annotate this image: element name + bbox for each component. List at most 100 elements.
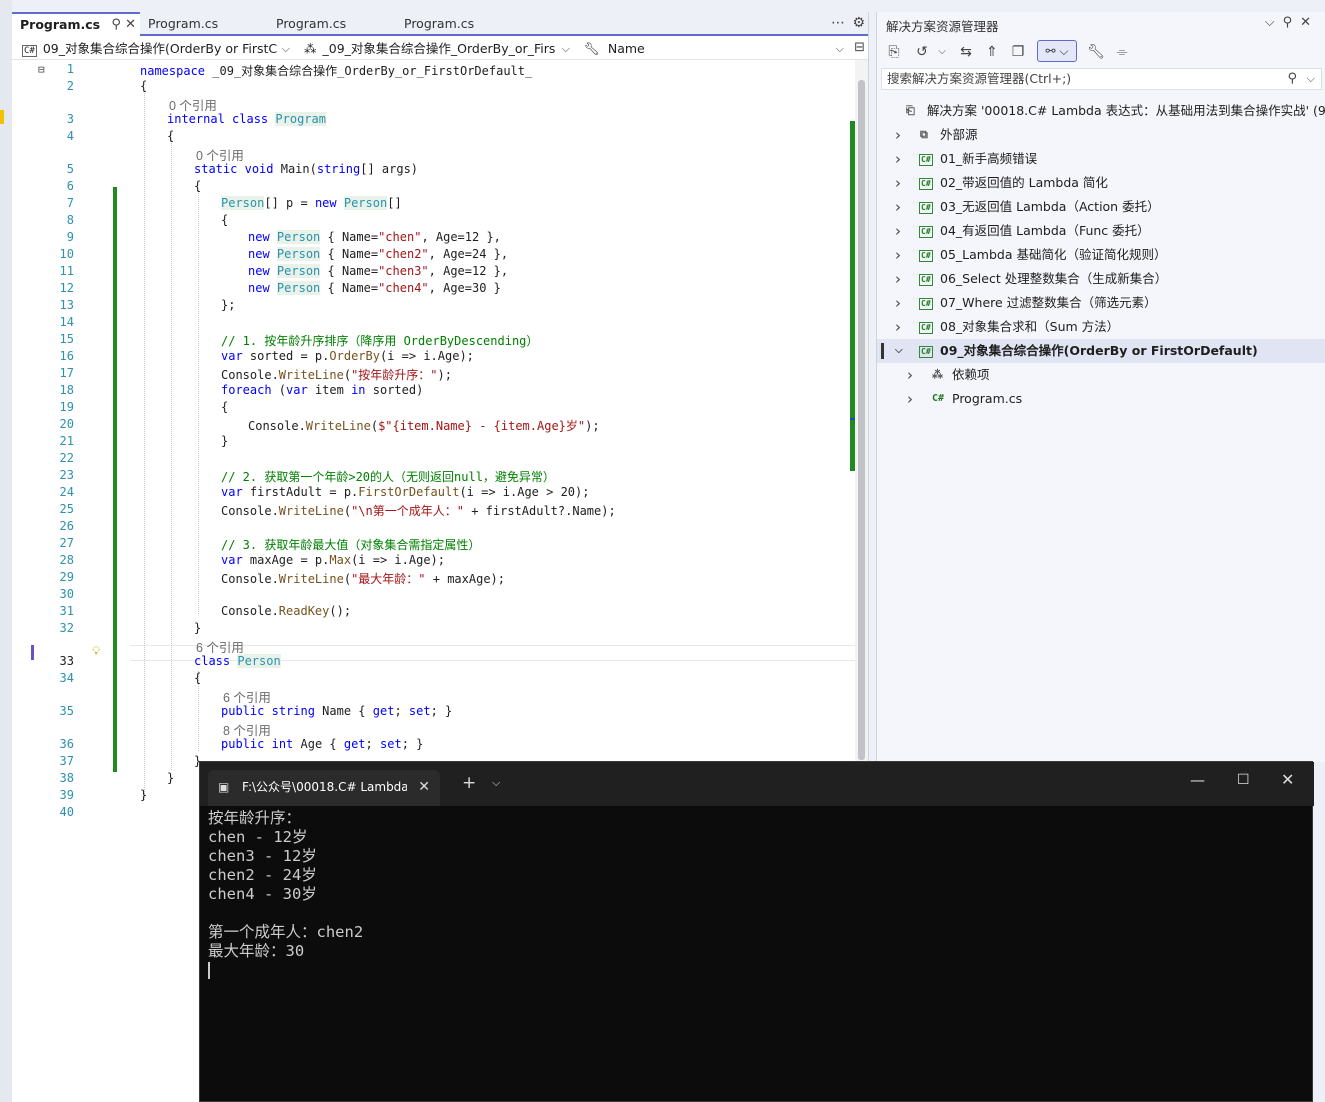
chevron-down-icon[interactable]: ⌵ <box>492 776 500 790</box>
chevron-right-icon[interactable]: › <box>895 267 901 291</box>
chevron-right-icon[interactable]: › <box>907 387 913 411</box>
code-line[interactable]: { <box>221 213 228 227</box>
pin-icon[interactable]: ⚲ <box>1283 15 1301 30</box>
chevron-down-icon[interactable]: ⌵ <box>895 339 903 363</box>
chevron-down-icon[interactable]: ⌵ <box>1265 15 1283 30</box>
close-icon[interactable]: ✕ <box>1300 15 1319 30</box>
chevron-right-icon[interactable]: › <box>895 219 901 243</box>
code-line[interactable]: public int Age { get; set; } <box>221 737 423 751</box>
close-icon[interactable]: ✕ <box>418 770 430 804</box>
console-tab[interactable]: ▣ F:\公众号\00018.C# Lambda 表 ✕ <box>208 770 440 806</box>
chevron-down-icon[interactable]: ⌵ <box>1307 69 1315 89</box>
pin-icon[interactable]: ⚲ <box>111 17 121 32</box>
code-line[interactable]: namespace _09_对象集合综合操作_OrderBy_or_FirstO… <box>140 62 532 79</box>
tree-item-project[interactable]: › C# 05_Lambda 基础简化（验证简化规则） <box>877 243 1325 267</box>
chevron-right-icon[interactable]: › <box>895 315 901 339</box>
code-line[interactable]: Person[] p = new Person[] <box>221 196 402 210</box>
code-line[interactable]: // 2. 获取第一个年龄>20的人（无则返回null，避免异常） <box>221 468 555 485</box>
code-line[interactable]: Console.WriteLine("\n第一个成年人：" + firstAdu… <box>221 502 616 519</box>
code-line[interactable]: { <box>167 129 174 143</box>
chevron-right-icon[interactable]: › <box>895 123 901 147</box>
preview-icon[interactable]: ⌯ <box>1111 42 1133 62</box>
lightbulb-icon[interactable]: 💡︎ <box>92 644 100 659</box>
member-dropdown[interactable]: 🔧︎ Name ⌵ <box>584 38 846 60</box>
code-line[interactable]: new Person { Name="chen4", Age=30 } <box>248 281 501 295</box>
code-line[interactable]: // 3. 获取年龄最大值（对象集合需指定属性） <box>221 536 480 553</box>
collapse-all-icon[interactable]: ⇑ <box>981 42 1003 62</box>
split-window-icon[interactable]: ⊟ <box>854 40 865 55</box>
sync-icon[interactable]: ⇆ <box>955 42 977 62</box>
chevron-right-icon[interactable]: › <box>895 171 901 195</box>
code-line[interactable]: internal class Program <box>167 112 326 126</box>
indent-guide <box>198 190 199 614</box>
tab-program-cs-3[interactable]: Program.cs <box>268 12 396 36</box>
chevron-down-icon[interactable]: ⌵ <box>931 42 953 62</box>
code-line[interactable]: public string Name { get; set; } <box>221 704 452 718</box>
code-line[interactable]: } <box>194 621 201 635</box>
scrollbar-thumb[interactable] <box>858 80 865 760</box>
minimize-icon[interactable]: — <box>1190 771 1205 789</box>
chevron-right-icon[interactable]: › <box>895 243 901 267</box>
tree-item-project[interactable]: › C# 08_对象集合求和（Sum 方法） <box>877 315 1325 339</box>
code-line[interactable]: class Person <box>194 654 281 668</box>
tree-item-child[interactable]: › ⁂ 依赖项 <box>877 363 1325 387</box>
maximize-icon[interactable]: ☐ <box>1237 772 1250 788</box>
copy-icon[interactable]: ❐ <box>1007 42 1029 62</box>
tree-item-project[interactable]: › C# 01_新手高频错误 <box>877 147 1325 171</box>
search-icon[interactable]: ⚲ <box>1287 69 1297 89</box>
tree-item-child[interactable]: › C# Program.cs <box>877 387 1325 411</box>
gear-icon[interactable]: ⚙ <box>852 12 865 34</box>
project-dropdown[interactable]: C# 09_对象集合综合操作(OrderBy or FirstC ⌵ <box>22 38 292 60</box>
line-number: 40 <box>59 805 74 819</box>
code-line[interactable]: }; <box>221 298 235 312</box>
code-line[interactable]: Console.WriteLine("最大年龄：" + maxAge); <box>221 570 505 587</box>
filter-icon[interactable]: ⚯ ⌵ <box>1037 40 1077 62</box>
chevron-right-icon[interactable]: › <box>895 195 901 219</box>
class-dropdown[interactable]: ⁂ _09_对象集合综合操作_OrderBy_or_Firs ⌵ <box>304 38 572 60</box>
more-icon[interactable]: ⋯ <box>831 12 845 34</box>
code-line[interactable]: { <box>221 400 228 414</box>
search-solution-explorer-input[interactable]: 搜索解决方案资源管理器(Ctrl+;) ⚲ ⌵ <box>881 68 1322 90</box>
code-line[interactable]: foreach (var item in sorted) <box>221 383 423 397</box>
tree-item-project[interactable]: › C# 06_Select 处理整数集合（生成新集合） <box>877 267 1325 291</box>
tree-item-project[interactable]: › C# 02_带返回值的 Lambda 简化 <box>877 171 1325 195</box>
code-line[interactable]: { <box>194 671 201 685</box>
tab-program-cs-active[interactable]: Program.cs ⚲ ✕ <box>12 12 140 36</box>
new-tab-icon[interactable]: + <box>462 773 476 793</box>
code-line[interactable]: new Person { Name="chen3", Age=12 }, <box>248 264 508 278</box>
tree-item-project[interactable]: › C# 07_Where 过滤整数集合（筛选元素） <box>877 291 1325 315</box>
code-line[interactable]: } <box>221 434 228 448</box>
code-line[interactable]: new Person { Name="chen", Age=12 }, <box>248 230 501 244</box>
code-line[interactable]: new Person { Name="chen2", Age=24 }, <box>248 247 508 261</box>
solution-node[interactable]: ⎗ 解决方案 '00018.C# Lambda 表达式：从基础用法到集合操作实战… <box>877 99 1325 123</box>
code-line[interactable]: static void Main(string[] args) <box>194 162 418 176</box>
chevron-right-icon[interactable]: › <box>895 291 901 315</box>
tab-program-cs-4[interactable]: Program.cs <box>396 12 524 36</box>
tree-item-project[interactable]: ⌵ C# 09_对象集合综合操作(OrderBy or FirstOrDefault… <box>877 339 1325 363</box>
outline-collapse-icon[interactable]: ⊟ <box>38 63 45 76</box>
code-line[interactable]: { <box>140 79 147 93</box>
code-line[interactable]: { <box>194 179 201 193</box>
code-line[interactable]: } <box>140 788 147 802</box>
wrench-icon[interactable]: 🔧︎ <box>1085 42 1107 62</box>
tree-item-project[interactable]: › C# 04_有返回值 Lambda（Func 委托） <box>877 219 1325 243</box>
chevron-right-icon[interactable]: › <box>907 363 913 387</box>
code-line[interactable]: var firstAdult = p.FirstOrDefault(i => i… <box>221 485 589 499</box>
console-output[interactable]: 按年龄升序： chen - 12岁 chen3 - 12岁 chen2 - 24岁 ch… <box>208 809 363 980</box>
code-line[interactable]: var sorted = p.OrderBy(i => i.Age); <box>221 349 474 363</box>
code-line[interactable]: Console.ReadKey(); <box>221 604 351 618</box>
tree-item-project[interactable]: › ⧉ 外部源 <box>877 123 1325 147</box>
code-line[interactable]: } <box>167 771 174 785</box>
code-line[interactable]: // 1. 按年龄升序排序（降序用 OrderByDescending） <box>221 332 538 349</box>
code-line[interactable]: Console.WriteLine($"{item.Name} - {item.… <box>248 417 600 434</box>
code-line[interactable]: var maxAge = p.Max(i => i.Age); <box>221 553 445 567</box>
history-icon[interactable]: ↺ <box>911 42 933 62</box>
tree-item-project[interactable]: › C# 03_无返回值 Lambda（Action 委托） <box>877 195 1325 219</box>
close-icon[interactable]: ✕ <box>125 17 136 32</box>
class-dropdown-value: _09_对象集合综合操作_OrderBy_or_Firs <box>322 41 556 56</box>
tab-program-cs-2[interactable]: Program.cs <box>140 12 268 36</box>
code-line[interactable]: Console.WriteLine("按年龄升序："); <box>221 366 452 383</box>
chevron-right-icon[interactable]: › <box>895 147 901 171</box>
switch-views-icon[interactable]: ⎘ <box>883 42 905 62</box>
close-icon[interactable]: ✕ <box>1281 770 1294 789</box>
